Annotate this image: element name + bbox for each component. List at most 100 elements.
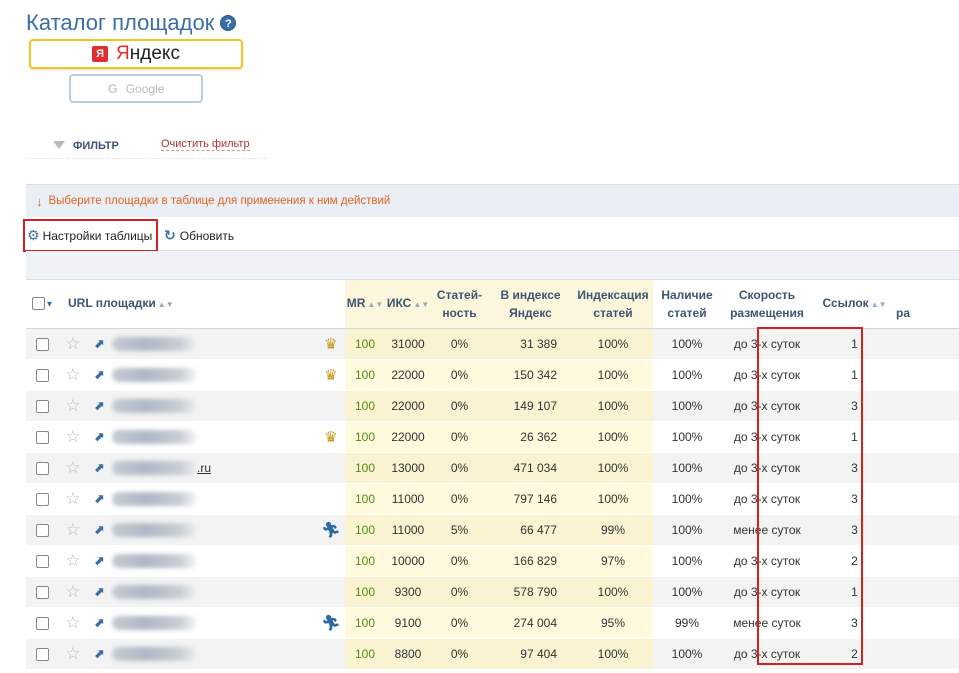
favorite-cell: ☆	[58, 576, 88, 608]
star-icon[interactable]: ☆	[65, 458, 80, 477]
external-link-icon[interactable]: ⬈	[94, 367, 105, 382]
row-checkbox[interactable]	[35, 554, 49, 568]
row-checkbox[interactable]	[35, 337, 49, 351]
external-link-icon[interactable]: ⬈	[94, 491, 105, 506]
iks-column-header[interactable]: ИКС ▲▼	[385, 280, 431, 329]
open-link-cell: ⬈	[88, 390, 110, 422]
table-row[interactable]: ☆ ⬈ 🏃︎ 100 9100 0% 274 004 95% 99% менее суток 3	[26, 607, 959, 639]
open-link-cell: ⬈	[88, 607, 110, 639]
avail-header-line2: статей	[667, 305, 707, 320]
table-row[interactable]: ☆ ⬈ ♛ 100 22000 0% 26 362 100% 100% до 3-х суток 1	[26, 421, 959, 453]
site-url[interactable]	[110, 390, 317, 422]
table-row[interactable]: ☆ ⬈ ♛ 100 31000 0% 31 389 100% 100% до 3-х суток 1	[26, 328, 959, 360]
star-icon[interactable]: ☆	[65, 427, 80, 446]
select-menu-caret-icon[interactable]: ▾	[47, 299, 52, 310]
select-all-checkbox[interactable]	[31, 297, 45, 311]
site-url[interactable]	[110, 576, 317, 608]
links-column-header[interactable]: Ссылок ▲▼	[813, 280, 896, 329]
star-icon[interactable]: ☆	[65, 644, 80, 663]
links-value: 1	[813, 421, 896, 453]
table-header-row: ▾ URL площадки ▲▼ MR ▲▼ ИКС ▲▼ Статей- ност…	[26, 280, 959, 329]
row-select-cell	[26, 514, 58, 546]
table-row[interactable]: ☆ ⬈ 100 11000 0% 797 146 100% 100% до 3-х суток 3	[26, 483, 959, 515]
yandex-engine-button[interactable]: Я Яндекс	[29, 39, 243, 69]
index-header-line2: Яндекс	[509, 305, 552, 320]
external-link-icon[interactable]: ⬈	[94, 646, 105, 661]
star-icon[interactable]: ☆	[65, 396, 80, 415]
row-checkbox[interactable]	[35, 368, 49, 382]
row-checkbox[interactable]	[35, 523, 49, 537]
external-link-icon[interactable]: ⬈	[94, 429, 105, 444]
site-url[interactable]	[110, 328, 317, 360]
yandex-index-value: 149 107	[488, 390, 573, 422]
speed-column-header[interactable]: Скорость размещения	[721, 280, 813, 329]
star-icon[interactable]: ☆	[65, 582, 80, 601]
site-url[interactable]: .ru	[110, 452, 317, 484]
table-row[interactable]: ☆ ⬈ 100 9300 0% 578 790 100% 100% до 3-х суток 1	[26, 576, 959, 608]
external-link-icon[interactable]: ⬈	[94, 584, 105, 599]
badge-cell: ♛	[317, 359, 345, 391]
url-column-header[interactable]: URL площадки ▲▼	[58, 280, 345, 329]
site-url[interactable]	[110, 483, 317, 515]
table-row[interactable]: ☆ ⬈ 100 22000 0% 149 107 100% 100% до 3-х суток 3	[26, 390, 959, 422]
table-settings-button[interactable]: ⚙ Настройки таблицы	[23, 219, 158, 252]
refresh-button[interactable]: ↻ Обновить	[164, 227, 234, 244]
site-url[interactable]	[110, 359, 317, 391]
clear-filter-link[interactable]: Очистить фильтр	[161, 138, 250, 151]
row-checkbox[interactable]	[35, 399, 49, 413]
url-domain-suffix[interactable]: .ru	[197, 461, 211, 475]
external-link-icon[interactable]: ⬈	[94, 553, 105, 568]
google-engine-button[interactable]: G Google	[69, 74, 203, 103]
crown-icon: ♛	[324, 335, 338, 353]
table-row[interactable]: ☆ ⬈ 100 8800 0% 97 404 100% 100% до 3-х суток 2	[26, 638, 959, 670]
star-icon[interactable]: ☆	[65, 334, 80, 353]
row-checkbox[interactable]	[35, 616, 49, 630]
availability-column-header[interactable]: Наличие статей	[653, 280, 721, 329]
external-link-icon[interactable]: ⬈	[94, 522, 105, 537]
blurred-url	[112, 553, 197, 568]
external-link-icon[interactable]: ⬈	[94, 460, 105, 475]
yandex-index-column-header[interactable]: В индексе Яндекс	[488, 280, 573, 329]
table-row[interactable]: ☆ ⬈ ♛ 100 22000 0% 150 342 100% 100% до 3-х суток…	[26, 359, 959, 391]
external-link-icon[interactable]: ⬈	[94, 336, 105, 351]
indexing-value: 97%	[573, 545, 653, 577]
site-url[interactable]	[110, 545, 317, 577]
iks-value: 22000	[385, 390, 431, 422]
mr-value: 100	[345, 514, 385, 546]
table-row[interactable]: ☆ ⬈ 100 10000 0% 166 829 97% 100% до 3-х суток 2	[26, 545, 959, 577]
iks-value: 9300	[385, 576, 431, 608]
star-icon[interactable]: ☆	[65, 520, 80, 539]
external-link-icon[interactable]: ⬈	[94, 398, 105, 413]
mr-column-header[interactable]: MR ▲▼	[345, 280, 385, 329]
extra-value	[896, 607, 959, 639]
extra-value	[896, 545, 959, 577]
table-row[interactable]: ☆ ⬈ 🏃︎ 100 11000 5% 66 477 99% 100% менее суток 3	[26, 514, 959, 546]
star-icon[interactable]: ☆	[65, 613, 80, 632]
row-checkbox[interactable]	[35, 430, 49, 444]
help-icon[interactable]: ?	[220, 15, 237, 31]
filter-toggle[interactable]: ФИЛЬТР	[73, 140, 119, 152]
links-value: 3	[813, 514, 896, 546]
site-url[interactable]	[110, 421, 317, 453]
extra-column-header[interactable]: ра	[896, 280, 959, 329]
open-link-cell: ⬈	[88, 328, 110, 360]
availability-value: 100%	[653, 390, 721, 422]
star-icon[interactable]: ☆	[65, 489, 80, 508]
site-url[interactable]	[110, 638, 317, 670]
badge-cell: ♛	[317, 328, 345, 360]
row-checkbox[interactable]	[35, 585, 49, 599]
external-link-icon[interactable]: ⬈	[94, 615, 105, 630]
table-row[interactable]: ☆ ⬈ .ru 100 13000 0% 471 034 100% 100% до 3-х сут…	[26, 452, 959, 484]
site-url[interactable]	[110, 607, 317, 639]
statnost-column-header[interactable]: Статей- ность	[431, 280, 488, 329]
row-checkbox[interactable]	[35, 647, 49, 661]
favorite-cell: ☆	[58, 421, 88, 453]
links-value: 2	[813, 545, 896, 577]
site-url[interactable]	[110, 514, 317, 546]
indexing-column-header[interactable]: Индексация статей	[573, 280, 653, 329]
row-checkbox[interactable]	[35, 492, 49, 506]
row-checkbox[interactable]	[35, 461, 49, 475]
sort-icon: ▲▼	[413, 299, 430, 309]
star-icon[interactable]: ☆	[65, 365, 80, 384]
star-icon[interactable]: ☆	[65, 551, 80, 570]
